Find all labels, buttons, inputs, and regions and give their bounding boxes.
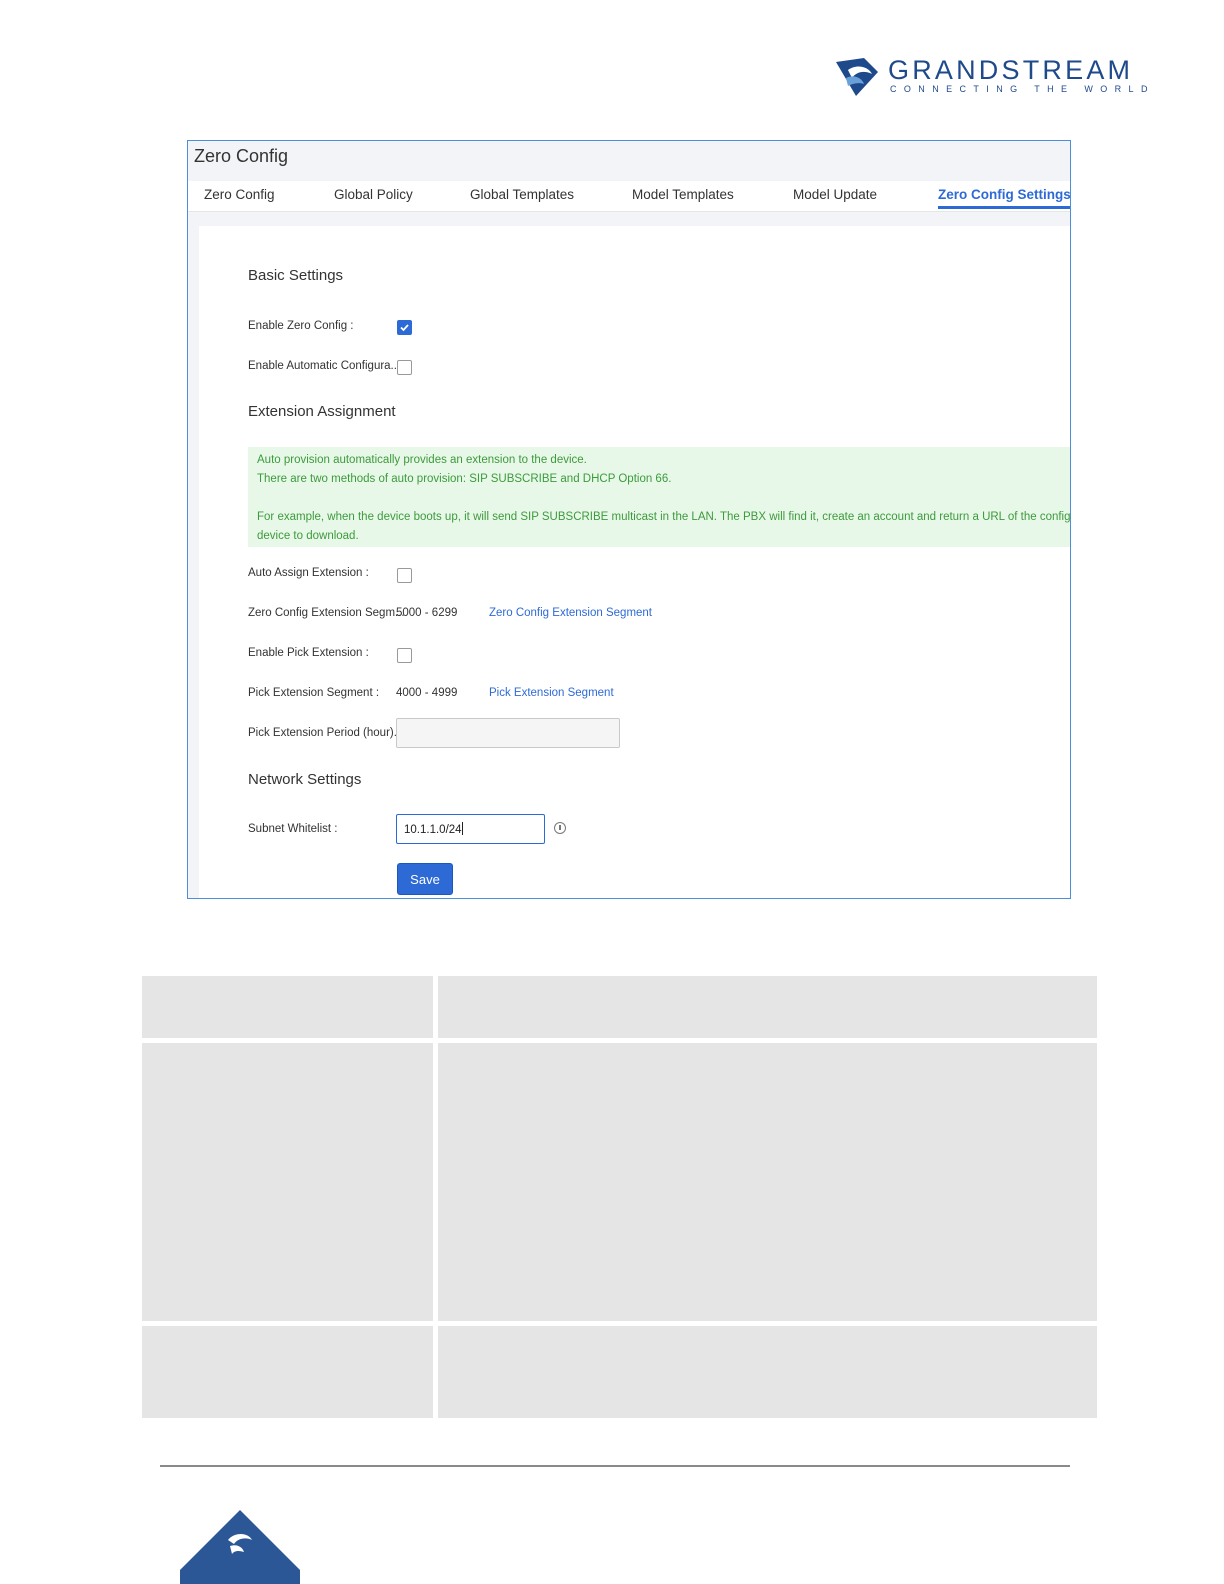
tab-zero-config[interactable]: Zero Config: [204, 187, 275, 202]
grandstream-logo: GRANDSTREAM CONNECTING THE WORLD: [834, 54, 1164, 100]
table-cell-r3-c1: [142, 1326, 433, 1418]
tab-bar: Zero Config Global Policy Global Templat…: [188, 181, 1070, 212]
auto-assign-extension-label: Auto Assign Extension :: [248, 567, 369, 579]
zero-config-screenshot: Zero Config Zero Config Global Policy Gl…: [187, 140, 1071, 899]
enable-auto-config-label: Enable Automatic Configura...: [248, 360, 401, 372]
enable-pick-extension-label: Enable Pick Extension :: [248, 647, 369, 659]
table-cell-r2-c1: [142, 1043, 433, 1321]
pick-period-input[interactable]: [396, 718, 620, 748]
info-note: Auto provision automatically provides an…: [248, 447, 1071, 547]
footer-grandstream-icon: [180, 1510, 300, 1584]
brand-tagline: CONNECTING THE WORLD: [890, 84, 1155, 94]
network-settings-heading: Network Settings: [248, 771, 362, 788]
zero-config-segment-link[interactable]: Zero Config Extension Segment: [489, 607, 652, 619]
pick-segment-label: Pick Extension Segment :: [248, 687, 380, 699]
settings-panel: Basic Settings Enable Zero Config : Enab…: [199, 226, 1071, 898]
note-line: For example, when the device boots up, i…: [257, 511, 1071, 523]
grandstream-swoosh-icon: [836, 58, 878, 96]
pick-segment-value: 4000 - 4999: [396, 687, 458, 699]
table-cell-r1-c2: [438, 976, 1097, 1038]
table-cell-r2-c2: [438, 1043, 1097, 1321]
note-line: Auto provision automatically provides an…: [257, 454, 587, 466]
tab-model-templates[interactable]: Model Templates: [632, 187, 734, 202]
info-icon[interactable]: [554, 822, 566, 834]
enable-zero-config-checkbox[interactable]: [397, 320, 412, 335]
tab-model-update[interactable]: Model Update: [793, 187, 877, 202]
save-button[interactable]: Save: [397, 863, 453, 895]
extension-assignment-heading: Extension Assignment: [248, 403, 396, 420]
note-line: There are two methods of auto provision:…: [257, 473, 672, 485]
tab-global-templates[interactable]: Global Templates: [470, 187, 574, 202]
enable-pick-extension-checkbox[interactable]: [397, 648, 412, 663]
enable-zero-config-label: Enable Zero Config :: [248, 320, 354, 332]
subnet-whitelist-text: 10.1.1.0/24: [404, 822, 463, 836]
zero-config-segment-label: Zero Config Extension Segm...: [248, 607, 405, 619]
zero-config-segment-value: 5000 - 6299: [396, 607, 458, 619]
table-cell-r1-c1: [142, 976, 433, 1038]
note-line: device to download.: [257, 530, 359, 542]
footer-divider: [160, 1465, 1070, 1467]
enable-auto-config-checkbox[interactable]: [397, 360, 412, 375]
table-cell-r3-c2: [438, 1326, 1097, 1418]
subnet-whitelist-label: Subnet Whitelist :: [248, 823, 338, 835]
page-title: Zero Config: [194, 146, 289, 166]
pick-segment-link[interactable]: Pick Extension Segment: [489, 687, 614, 699]
brand-name: GRANDSTREAM: [888, 55, 1134, 85]
basic-settings-heading: Basic Settings: [248, 267, 344, 284]
pick-period-label: Pick Extension Period (hour)...: [248, 727, 404, 739]
auto-assign-extension-checkbox[interactable]: [397, 568, 412, 583]
tab-global-policy[interactable]: Global Policy: [334, 187, 413, 202]
tab-zero-config-settings[interactable]: Zero Config Settings: [938, 187, 1070, 209]
check-icon: [400, 324, 409, 332]
subnet-whitelist-input[interactable]: 10.1.1.0/24: [396, 814, 545, 844]
